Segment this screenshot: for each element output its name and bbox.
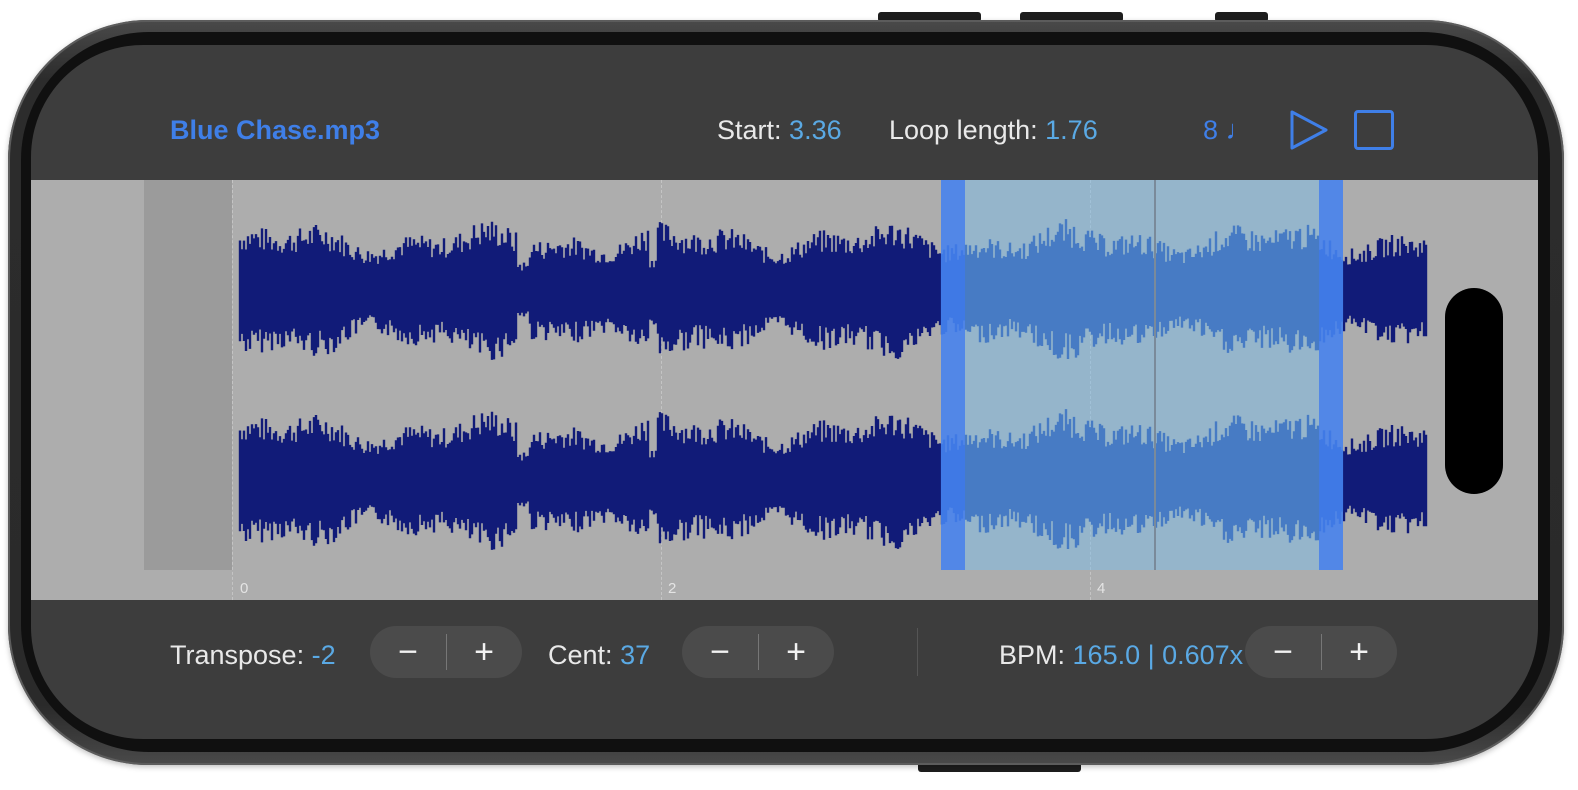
file-name[interactable]: Blue Chase.mp3 [170,115,380,146]
controls-separator [917,628,918,676]
beats-button[interactable]: 8 ♩ [1203,115,1253,146]
transpose-label: Transpose: [170,640,305,670]
transpose-stepper: − + [370,626,522,678]
cent-value: 37 [620,640,651,670]
cent-minus-button[interactable]: − [682,626,758,678]
cent-plus-button[interactable]: + [758,626,834,678]
bpm-value: 165.0 | 0.607x [1072,640,1244,670]
bpm-display: BPM: 165.0 | 0.607x [999,640,1243,671]
bottom-bar: Transpose: -2 − + Cent: 37 − + BPM: 165.… [31,600,1538,739]
loop-length-value: 1.76 [1045,115,1098,145]
app-screen: Blue Chase.mp3 Start: 3.36 Loop length: … [31,45,1538,739]
stop-icon[interactable] [1354,110,1394,150]
cent-label: Cent: [548,640,613,670]
playhead [1154,180,1156,570]
quarter-note-icon: ♩ [1225,115,1253,145]
loop-end-handle[interactable] [1319,180,1343,570]
beats-value: 8 [1203,115,1219,145]
phone-frame: Blue Chase.mp3 Start: 3.36 Loop length: … [8,20,1564,765]
start-display[interactable]: Start: 3.36 [717,115,842,146]
transpose-display: Transpose: -2 [170,640,336,671]
bpm-stepper: − + [1245,626,1397,678]
cent-display: Cent: 37 [548,640,650,671]
start-label: Start: [717,115,782,145]
bpm-plus-button[interactable]: + [1321,626,1397,678]
loop-length-label: Loop length: [889,115,1038,145]
tick-label: 0 [240,580,249,597]
bpm-label: BPM: [999,640,1066,670]
loop-region[interactable] [941,180,1343,570]
loop-length-display[interactable]: Loop length: 1.76 [889,115,1098,146]
transpose-value: -2 [311,640,336,670]
waveform-panel[interactable]: 0 2 4 [31,180,1538,600]
transpose-minus-button[interactable]: − [370,626,446,678]
bpm-minus-button[interactable]: − [1245,626,1321,678]
loop-start-handle[interactable] [941,180,965,570]
start-value: 3.36 [789,115,842,145]
top-bar: Blue Chase.mp3 Start: 3.36 Loop length: … [31,45,1538,180]
dynamic-island [1445,288,1503,494]
tick-label: 4 [1097,580,1106,597]
transpose-plus-button[interactable]: + [446,626,522,678]
tick-label: 2 [668,580,677,597]
cent-stepper: − + [682,626,834,678]
play-icon[interactable] [1289,109,1329,151]
